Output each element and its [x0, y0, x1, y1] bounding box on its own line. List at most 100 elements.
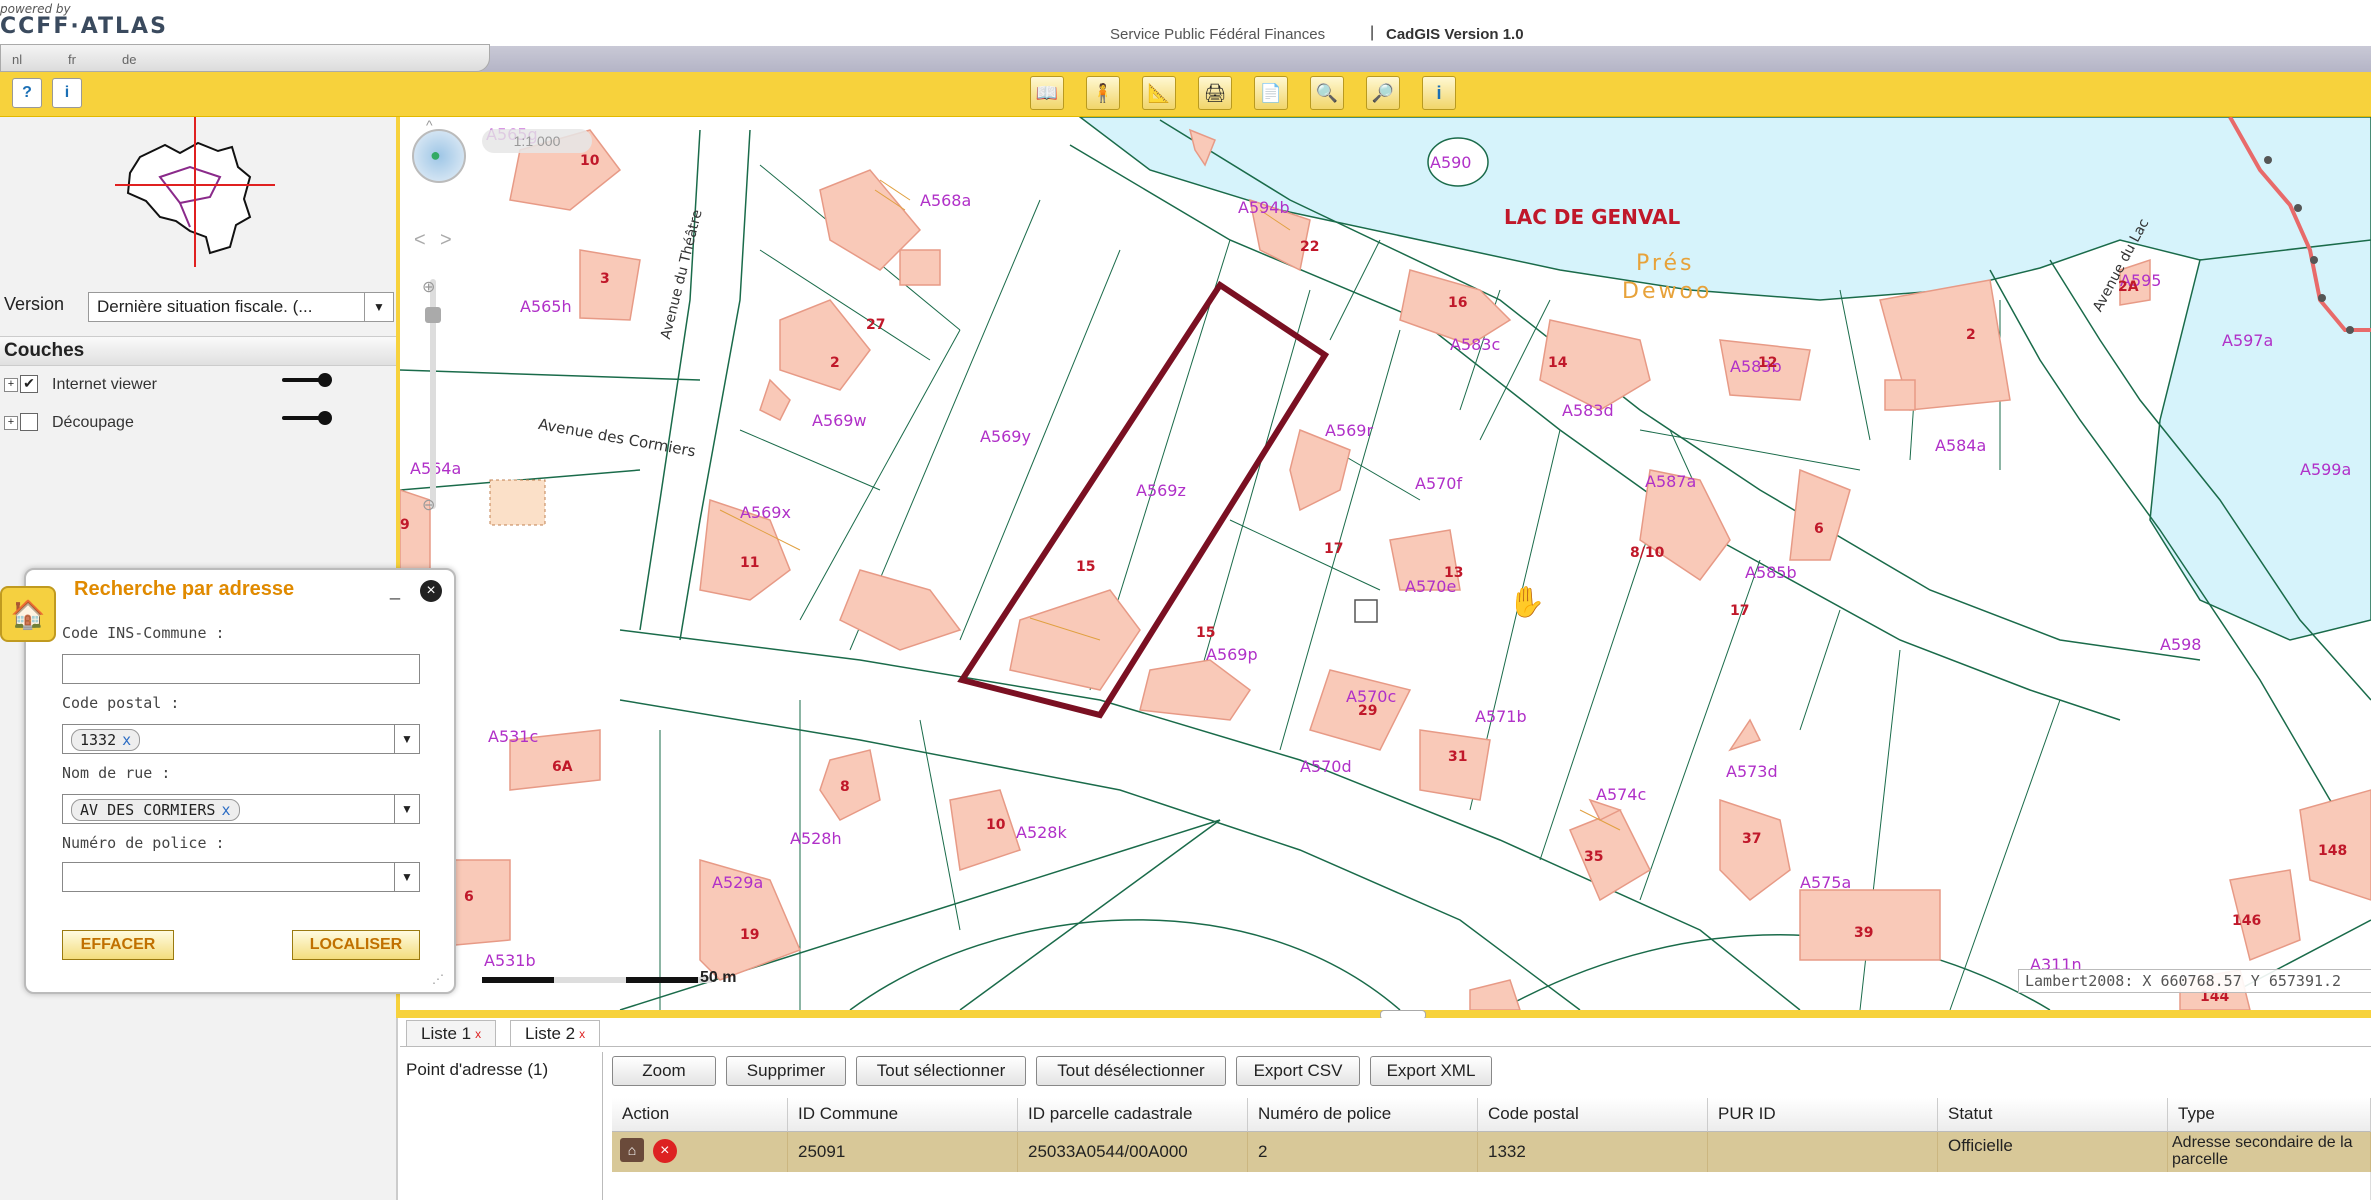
house-number-label: 6	[464, 889, 474, 905]
internet-viewer-checkbox[interactable]: ✔	[20, 375, 38, 393]
column-header-id-commune[interactable]: ID Commune	[788, 1098, 1018, 1132]
parcel-label: A598	[2160, 635, 2202, 654]
info-icon: i	[1436, 82, 1442, 103]
postal-code-select[interactable]: 1332 x ▼	[62, 724, 420, 754]
close-tab-icon[interactable]: x	[579, 1027, 585, 1041]
parcel-label: A531b	[484, 951, 536, 970]
person-map-tool-button[interactable]: 🧍	[1086, 76, 1120, 110]
parcel-label: A529a	[712, 873, 764, 892]
zoom-in-tool-button[interactable]: 🔍	[1310, 76, 1344, 110]
house-number-label: 15	[1196, 625, 1216, 641]
cell-pur-id[interactable]	[1708, 1132, 1938, 1172]
pan-up-icon[interactable]: ^	[426, 117, 433, 133]
cell-type[interactable]: Adresse secondaire de la parcelle	[2168, 1132, 2371, 1172]
overview-map[interactable]	[110, 117, 280, 267]
street-name-select[interactable]: AV DES CORMIERS x ▼	[62, 794, 420, 824]
house-number-select[interactable]: ▼	[62, 862, 420, 892]
column-header-type[interactable]: Type	[2168, 1098, 2371, 1132]
tab-liste-2[interactable]: Liste 2x	[510, 1020, 601, 1046]
cell-statut[interactable]: Officielle	[1938, 1132, 2168, 1172]
cell-code-postal[interactable]: 1332	[1478, 1132, 1708, 1172]
cell-numero-police[interactable]: 2	[1248, 1132, 1478, 1172]
lang-de-link[interactable]: de	[122, 52, 136, 67]
house-number-label: 39	[1854, 925, 1874, 941]
remove-tag-icon[interactable]: x	[221, 801, 230, 819]
column-header-code-postal[interactable]: Code postal	[1478, 1098, 1708, 1132]
internet-viewer-slider-handle[interactable]	[318, 373, 332, 387]
parcel-label: A585b	[1745, 563, 1797, 582]
zoom-button[interactable]: Zoom	[612, 1056, 716, 1086]
chevron-down-icon[interactable]: ▼	[394, 863, 419, 891]
table-empty-row	[612, 1172, 2371, 1200]
export-csv-button[interactable]: Export CSV	[1236, 1056, 1360, 1086]
parcel-label: A565h	[520, 297, 572, 316]
table-row-actions: ⌂ ×	[612, 1132, 788, 1172]
deselect-all-button[interactable]: Tout désélectionner	[1036, 1056, 1226, 1086]
pan-history-back-icon[interactable]: <	[414, 229, 426, 252]
parcel-label: A575a	[1800, 873, 1852, 892]
measure-tool-button[interactable]: 📐	[1142, 76, 1176, 110]
close-tab-icon[interactable]: x	[475, 1027, 481, 1041]
help-button[interactable]: ?	[12, 78, 42, 108]
select-all-button[interactable]: Tout sélectionner	[856, 1056, 1026, 1086]
chevron-down-icon[interactable]: ▼	[394, 795, 419, 823]
scale-bar-label: 50 m	[700, 969, 737, 986]
cell-id-commune[interactable]: 25091	[788, 1132, 1018, 1172]
resize-grip-icon[interactable]: ⋰	[432, 972, 444, 986]
version-select[interactable]: Dernière situation fiscale. (... ▼	[88, 292, 394, 322]
pan-history-forward-icon[interactable]: >	[440, 229, 452, 252]
delete-button[interactable]: Supprimer	[726, 1056, 846, 1086]
app-version-title: CadGIS Version 1.0	[1386, 26, 1524, 43]
hand-cursor-icon: ✋	[1508, 586, 1546, 619]
question-icon: ?	[22, 84, 32, 101]
column-header-id-parcelle[interactable]: ID parcelle cadastrale	[1018, 1098, 1248, 1132]
lang-nl-link[interactable]: nl	[12, 52, 22, 67]
house-number-label: 29	[1358, 703, 1378, 719]
print-tool-button[interactable]: 🖨	[1198, 76, 1232, 110]
lang-fr-link[interactable]: fr	[68, 52, 76, 67]
lake-east	[2149, 239, 2371, 641]
column-header-numero-police[interactable]: Numéro de police	[1248, 1098, 1478, 1132]
decoupage-checkbox[interactable]	[20, 413, 38, 431]
house-number-label: 19	[740, 927, 760, 943]
info-button[interactable]: i	[52, 78, 82, 108]
house-number-label: 15	[1076, 559, 1096, 575]
ins-commune-input[interactable]	[62, 654, 420, 684]
document-tool-button[interactable]: 📄	[1254, 76, 1288, 110]
parcel-label: A584a	[1935, 436, 1987, 455]
zoom-slider-handle[interactable]	[425, 307, 441, 323]
delete-row-icon[interactable]: ×	[652, 1139, 677, 1163]
expand-decoupage-button[interactable]: +	[4, 416, 18, 430]
column-header-pur-id[interactable]: PUR ID	[1708, 1098, 1938, 1132]
scale-bar	[482, 977, 712, 983]
column-header-action[interactable]: Action	[612, 1098, 788, 1132]
map-canvas[interactable]: LAC DE GENVAL Prés Dewoo Avenue du Théât…	[400, 117, 2371, 1010]
house-number-label: 8/10	[1630, 545, 1665, 561]
zoom-plus-icon[interactable]: ⊕	[422, 277, 435, 297]
export-xml-button[interactable]: Export XML	[1370, 1056, 1492, 1086]
book-tool-button[interactable]: 📖	[1030, 76, 1064, 110]
tab-liste-1[interactable]: Liste 1x	[406, 1020, 497, 1046]
parcel-label: A569r	[1325, 421, 1374, 440]
remove-tag-icon[interactable]: x	[122, 731, 131, 749]
identify-tool-button[interactable]: i	[1422, 76, 1456, 110]
clear-button[interactable]: EFFACER	[62, 930, 174, 960]
zoom-out-tool-button[interactable]: 🔎	[1366, 76, 1400, 110]
zoom-minus-icon[interactable]: ⊖	[422, 495, 435, 515]
parcel-label: A569x	[740, 503, 791, 522]
locate-button[interactable]: LOCALISER	[292, 930, 420, 960]
house-number-label: 37	[1742, 831, 1762, 847]
person-map-icon: 🧍	[1091, 82, 1115, 103]
chevron-down-icon[interactable]: ▼	[394, 725, 419, 753]
cell-id-parcelle[interactable]: 25033A0544/00A000	[1018, 1132, 1248, 1172]
parcel-label: A574c	[1596, 785, 1647, 804]
decoupage-slider-handle[interactable]	[318, 411, 332, 425]
expand-internet-viewer-button[interactable]: +	[4, 378, 18, 392]
minimize-icon[interactable]: _	[390, 580, 400, 601]
locate-row-icon[interactable]: ⌂	[620, 1138, 644, 1162]
pan-control[interactable]: ●	[412, 129, 466, 183]
close-icon[interactable]: ×	[420, 580, 442, 602]
lake-label: LAC DE GENVAL	[1504, 205, 1681, 229]
category-item-address-point[interactable]: Point d'adresse (1)	[406, 1060, 548, 1080]
column-header-statut[interactable]: Statut	[1938, 1098, 2168, 1132]
